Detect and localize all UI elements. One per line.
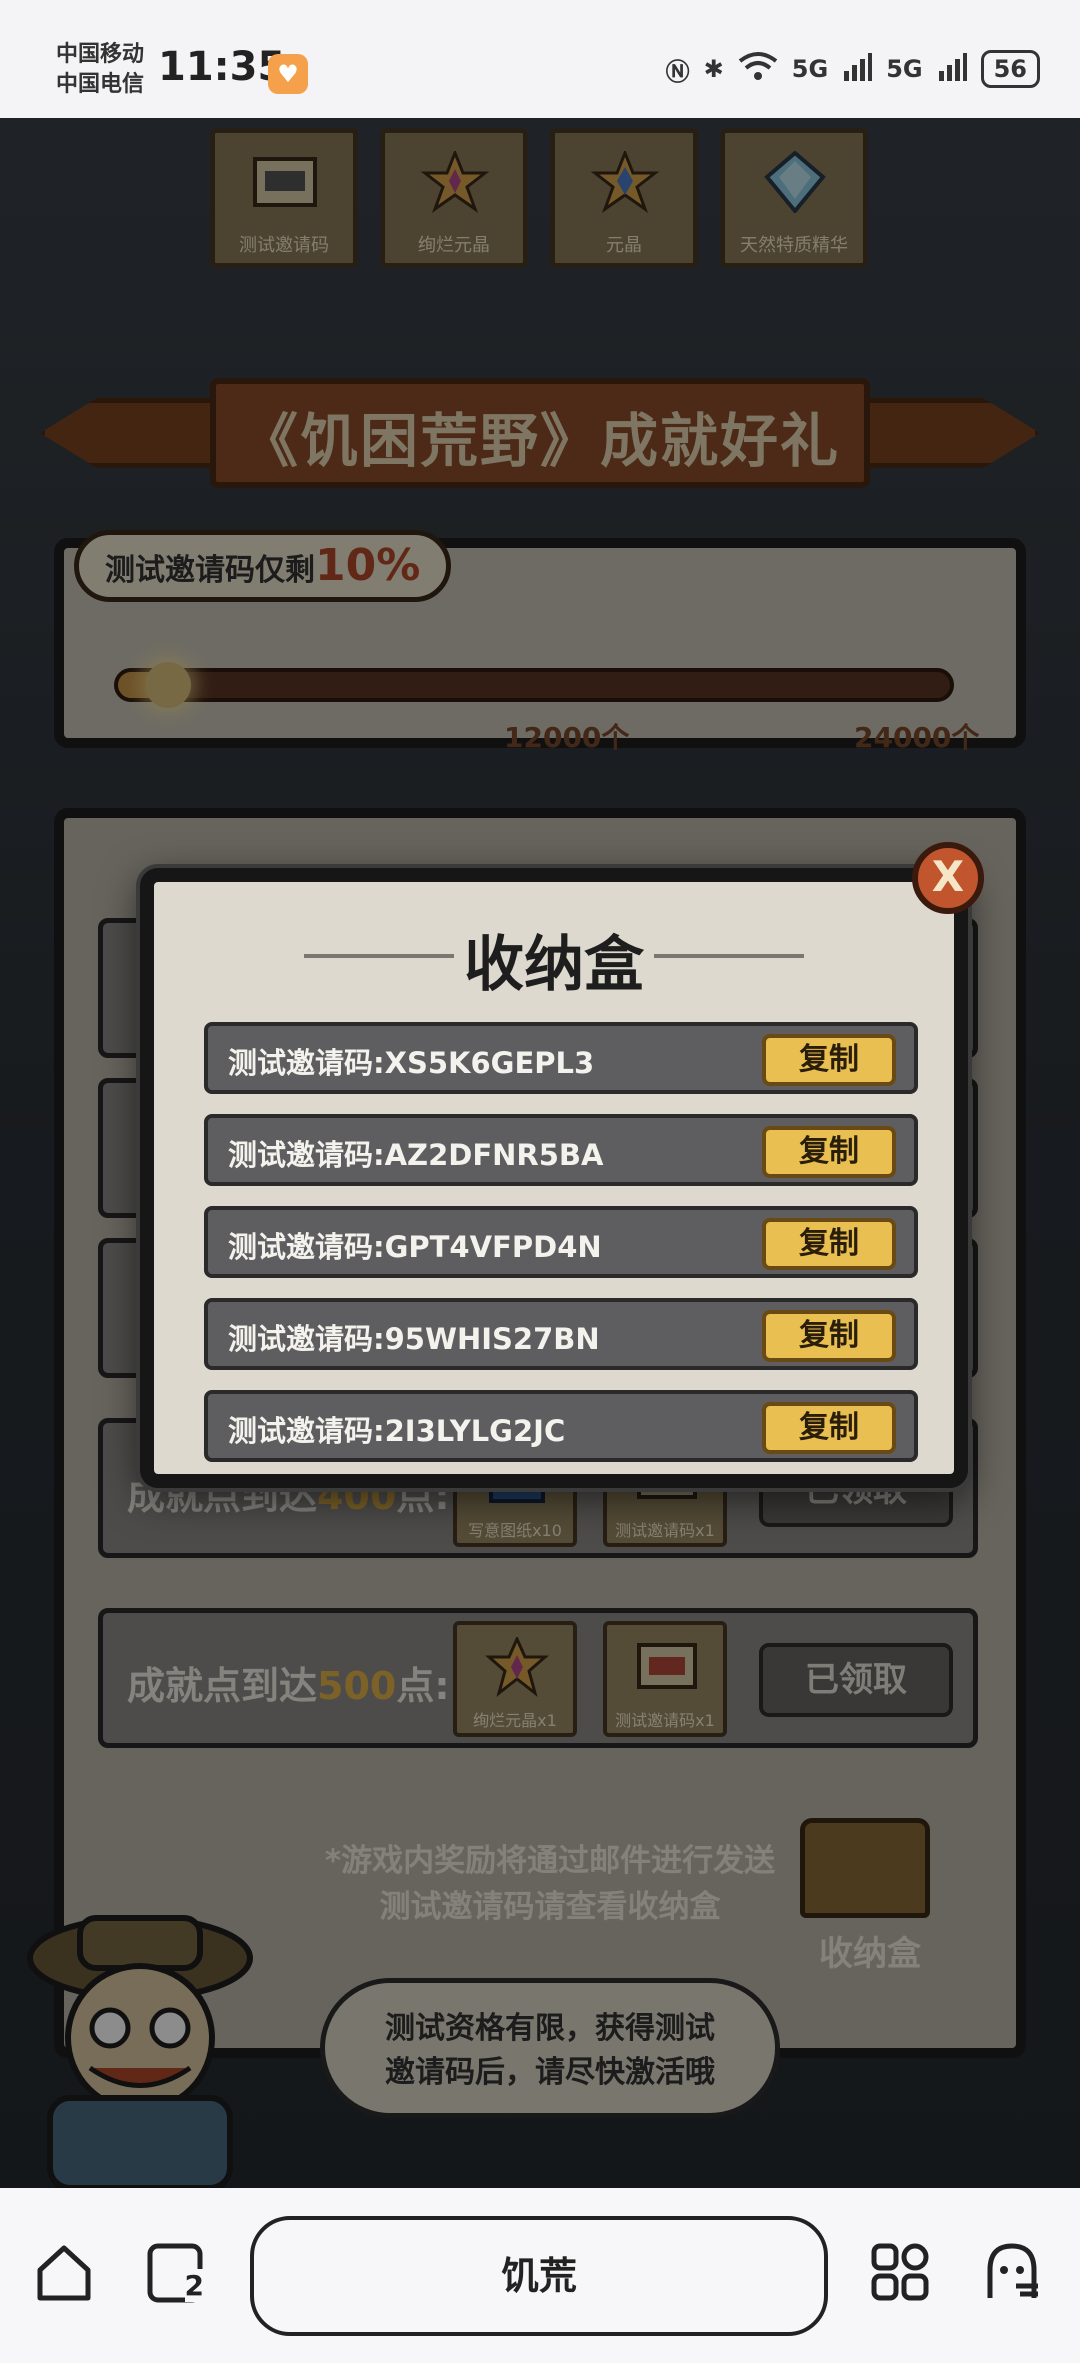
tabs-button[interactable]: 2 <box>144 2240 208 2304</box>
nfc-icon: Ⓝ <box>665 57 690 86</box>
modal-title: 收纳盒 <box>464 930 644 1000</box>
invite-code-text: 测试邀请码:GPT4VFPD4N <box>228 1230 602 1264</box>
copy-button[interactable]: 复制 <box>762 1402 896 1454</box>
invite-code-row: 测试邀请码:XS5K6GEPL3 复制 <box>204 1022 918 1094</box>
address-bar[interactable]: 饥荒 <box>250 2216 828 2336</box>
copy-button[interactable]: 复制 <box>762 1310 896 1362</box>
status-time: 11:35 <box>158 44 286 90</box>
invite-code-row: 测试邀请码:95WHIS27BN 复制 <box>204 1298 918 1370</box>
carrier-2: 中国电信 <box>56 72 145 97</box>
apps-grid-icon[interactable] <box>868 2240 932 2304</box>
wifi-icon <box>738 51 778 87</box>
signal-2-icon <box>937 51 967 87</box>
tabs-count: 2 <box>184 2269 204 2302</box>
close-button[interactable]: X <box>912 842 984 914</box>
copy-button[interactable]: 复制 <box>762 1126 896 1178</box>
assistant-icon[interactable] <box>980 2240 1044 2304</box>
signal-2-label: 5G <box>886 55 923 83</box>
invite-code-row: 测试邀请码:GPT4VFPD4N 复制 <box>204 1206 918 1278</box>
system-icons: Ⓝ ✱ 5G 5G 56 <box>666 50 1040 88</box>
home-icon[interactable] <box>32 2240 96 2304</box>
notification-app-icon: ♥ <box>268 54 308 94</box>
copy-button[interactable]: 复制 <box>762 1034 896 1086</box>
bluetooth-icon: ✱ <box>703 55 724 83</box>
bottom-nav-bar: 2 饥荒 <box>0 2188 1080 2363</box>
invite-code-row: 测试邀请码:AZ2DFNR5BA 复制 <box>204 1114 918 1186</box>
signal-1-label: 5G <box>791 55 829 83</box>
invite-code-row: 测试邀请码:2I3LYLG2JC 复制 <box>204 1390 918 1462</box>
event-page: 测试邀请码 绚烂元晶 元晶 天然特质精华 《饥困荒野》成就好礼 测试邀请码仅剩1… <box>0 118 1080 2188</box>
status-bar: 中国移动 中国电信 11:35 ♥ Ⓝ ✱ 5G 5G 56 <box>0 0 1080 118</box>
carrier-info: 中国移动 中国电信 <box>56 40 144 100</box>
copy-button[interactable]: 复制 <box>762 1218 896 1270</box>
invite-code-text: 测试邀请码:2I3LYLG2JC <box>228 1414 566 1448</box>
invite-code-text: 测试邀请码:95WHIS27BN <box>228 1322 600 1356</box>
battery-indicator: 56 <box>980 50 1040 88</box>
signal-1-icon <box>842 51 873 87</box>
invite-code-text: 测试邀请码:AZ2DFNR5BA <box>228 1138 604 1172</box>
invite-code-text: 测试邀请码:XS5K6GEPL3 <box>228 1046 595 1080</box>
carrier-1: 中国移动 <box>56 42 145 67</box>
storage-box-modal: 收纳盒 X 测试邀请码:XS5K6GEPL3 复制 测试邀请码:AZ2DFNR5… <box>140 842 984 1488</box>
